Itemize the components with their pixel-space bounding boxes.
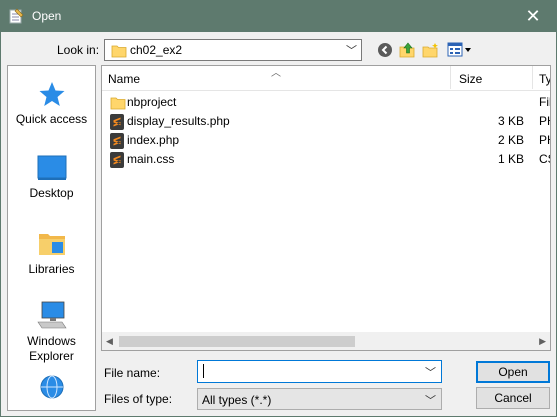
- horizontal-scrollbar[interactable]: ◀ ▶: [102, 332, 550, 350]
- up-folder-icon[interactable]: [399, 42, 417, 58]
- computer-icon: [36, 301, 67, 329]
- scrollbar-thumb[interactable]: [119, 336, 355, 347]
- look-in-label: Look in:: [57, 43, 100, 57]
- file-name-label: File name:: [104, 366, 161, 380]
- sublime-file-icon: [110, 133, 124, 149]
- folder-icon: [110, 97, 126, 110]
- list-item[interactable]: display_results.php 3 KB PH: [102, 112, 550, 131]
- file-size: 1 KB: [497, 152, 524, 166]
- view-menu-icon: [447, 42, 471, 57]
- look-in-value: ch02_ex2: [130, 43, 183, 57]
- places-bar: Quick access Desktop Libraries Windows E…: [7, 65, 96, 411]
- sort-ascending-icon: ︿: [271, 68, 281, 79]
- place-libraries[interactable]: Libraries: [8, 228, 95, 277]
- file-type-label: Files of type:: [104, 392, 173, 406]
- file-type: CS: [539, 152, 550, 166]
- folder-icon: [111, 45, 127, 58]
- desktop-icon: [37, 155, 66, 180]
- file-list[interactable]: ︿ Name Size Typ nbproject Fil display_re…: [101, 65, 551, 351]
- column-header-size[interactable]: Size: [459, 72, 482, 86]
- place-label: Windows Explorer: [27, 334, 76, 363]
- list-item[interactable]: index.php 2 KB PH: [102, 131, 550, 150]
- chevron-down-icon[interactable]: ﹀: [425, 364, 436, 380]
- column-header-name[interactable]: Name: [108, 72, 140, 86]
- look-in-combo[interactable]: ch02_ex2 ﹀: [104, 39, 362, 61]
- file-size: 2 KB: [497, 133, 524, 147]
- view-menu-button[interactable]: [447, 42, 473, 58]
- place-windows-explorer[interactable]: Windows Explorer: [8, 300, 95, 364]
- network-globe-icon: [40, 375, 63, 399]
- file-name: display_results.php: [127, 114, 230, 128]
- column-header-row: ︿ Name Size Typ: [102, 66, 550, 91]
- sublime-file-icon: [110, 114, 124, 130]
- text-caret: [203, 364, 204, 378]
- place-label: Quick access: [15, 112, 88, 126]
- new-folder-icon[interactable]: [422, 42, 440, 58]
- open-dialog: Open ✕ Look in: ch02_ex2 ﹀ Quick access …: [0, 0, 557, 417]
- cancel-button-label: Cancel: [494, 391, 532, 405]
- open-button-label: Open: [498, 365, 528, 379]
- column-header-type[interactable]: Typ: [539, 72, 550, 86]
- place-label: Libraries: [28, 262, 75, 276]
- place-network[interactable]: [8, 374, 95, 406]
- list-item[interactable]: main.css 1 KB CS: [102, 150, 550, 169]
- place-quick-access[interactable]: Quick access: [8, 80, 95, 127]
- column-divider[interactable]: [532, 66, 533, 89]
- scroll-right-icon[interactable]: ▶: [539, 336, 546, 347]
- file-type-select[interactable]: All types (*.*) ﹀: [197, 388, 442, 410]
- file-name: main.css: [127, 152, 175, 166]
- sublime-file-icon: [110, 152, 124, 168]
- file-size: 3 KB: [497, 114, 524, 128]
- file-type: Fil: [539, 95, 551, 109]
- file-name: nbproject: [127, 95, 177, 109]
- file-name-input[interactable]: ﹀: [197, 360, 442, 383]
- notepad-icon: [9, 8, 24, 24]
- back-arrow-icon[interactable]: [377, 42, 393, 58]
- close-button[interactable]: ✕: [510, 1, 556, 32]
- file-type-value: All types (*.*): [202, 393, 272, 407]
- file-name: index.php: [127, 133, 180, 147]
- star-icon: [39, 82, 64, 106]
- place-desktop[interactable]: Desktop: [8, 154, 95, 201]
- open-button[interactable]: Open: [476, 361, 550, 383]
- cancel-button[interactable]: Cancel: [476, 387, 550, 409]
- window-title: Open: [32, 9, 62, 23]
- close-icon: ✕: [525, 6, 541, 26]
- chevron-down-icon: ﹀: [346, 45, 357, 57]
- scroll-left-icon[interactable]: ◀: [106, 336, 113, 347]
- column-divider[interactable]: [450, 66, 451, 89]
- file-type: PH: [539, 114, 550, 128]
- chevron-down-icon: ﹀: [425, 395, 436, 407]
- title-bar[interactable]: Open ✕: [1, 1, 556, 32]
- place-label: Desktop: [29, 186, 74, 200]
- libraries-icon: [38, 234, 65, 255]
- list-item[interactable]: nbproject Fil: [102, 93, 550, 112]
- file-type: PH: [539, 133, 550, 147]
